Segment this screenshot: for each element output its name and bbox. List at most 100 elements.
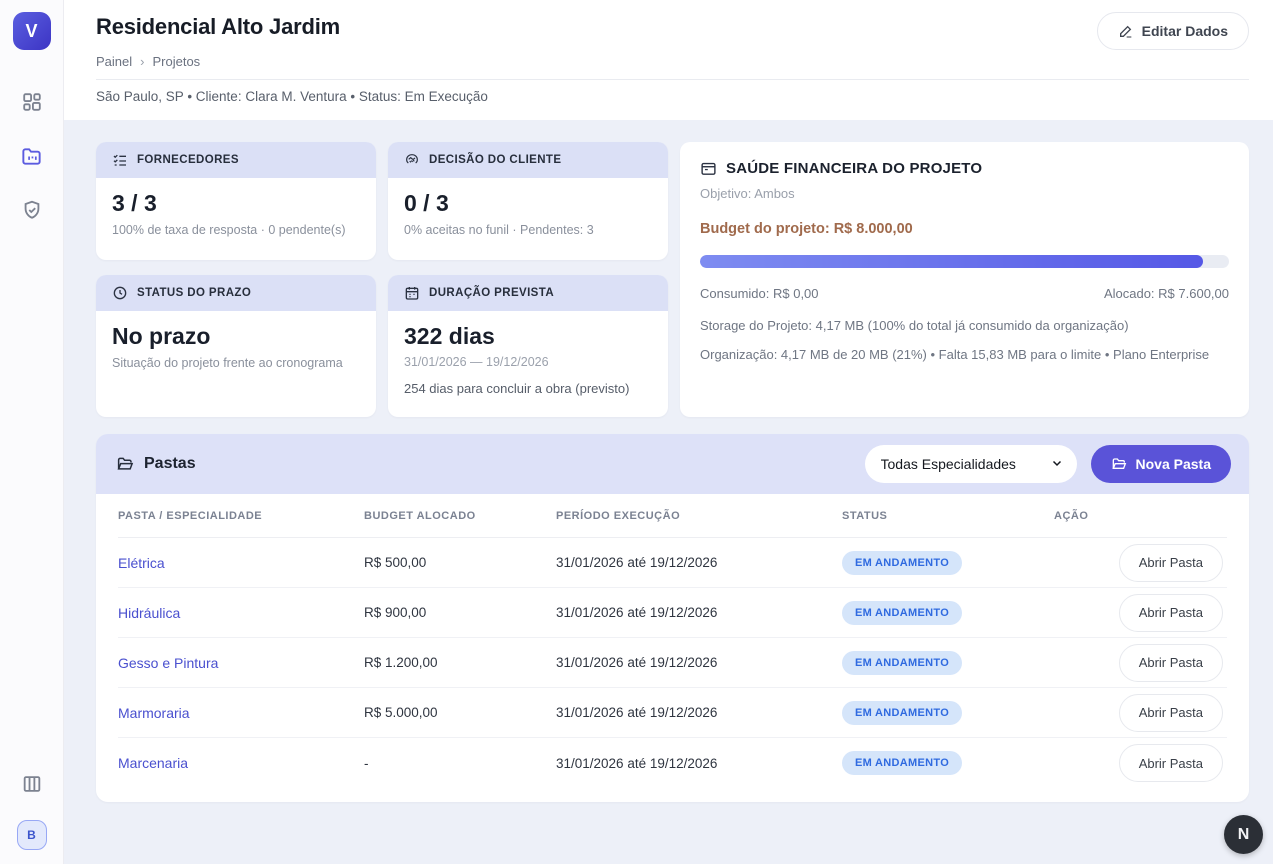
financial-consumed: Consumido: R$ 0,00	[700, 286, 819, 301]
folders-header: Pastas Todas Especialidades	[96, 434, 1249, 494]
card-fornecedores-header: FORNECEDORES	[96, 142, 376, 178]
col-budget: BUDGET ALOCADO	[364, 510, 556, 522]
project-meta: São Paulo, SP • Cliente: Clara M. Ventur…	[96, 89, 1249, 104]
user-avatar[interactable]: B	[17, 820, 47, 850]
fab-letter: N	[1238, 826, 1250, 844]
page-title: Residencial Alto Jardim	[96, 14, 1249, 40]
folder-link-hidraulica[interactable]: Hidráulica	[118, 605, 364, 621]
duracao-date-range: 31/01/2026 — 19/12/2026	[404, 355, 652, 369]
duracao-description: 254 dias para concluir a obra (previsto)	[404, 381, 652, 396]
card-duracao-prevista: DURAÇÃO PREVISTA 322 dias 31/01/2026 — 1…	[388, 275, 668, 417]
card-status-prazo-header: STATUS DO PRAZO	[96, 275, 376, 311]
card-decisao-title: DECISÃO DO CLIENTE	[429, 154, 561, 166]
open-folder-button[interactable]: Abrir Pasta	[1119, 544, 1223, 582]
calendar-icon	[404, 285, 420, 301]
table-header-row: PASTA / ESPECIALIDADE BUDGET ALOCADO PER…	[118, 494, 1227, 538]
new-folder-label: Nova Pasta	[1136, 456, 1211, 472]
row-budget: R$ 5.000,00	[364, 705, 556, 720]
status-badge: EM ANDAMENTO	[842, 651, 962, 675]
col-status: STATUS	[842, 510, 1054, 522]
breadcrumb-painel[interactable]: Painel	[96, 54, 132, 69]
top-grid: FORNECEDORES 3 / 3 100% de taxa de respo…	[96, 142, 1249, 417]
folder-open-icon	[116, 455, 134, 473]
breadcrumb-projetos[interactable]: Projetos	[152, 54, 200, 69]
folders-actions: Todas Especialidades	[865, 445, 1231, 483]
new-folder-button[interactable]: Nova Pasta	[1091, 445, 1231, 483]
row-budget: R$ 1.200,00	[364, 655, 556, 670]
financial-allocated: Alocado: R$ 7.600,00	[1104, 286, 1229, 301]
duracao-value: 322 dias	[404, 323, 652, 350]
main-area: Residencial Alto Jardim Painel › Projeto…	[64, 0, 1273, 864]
table-row: Marcenaria - 31/01/2026 até 19/12/2026 E…	[118, 738, 1227, 788]
status-prazo-value: No prazo	[112, 323, 360, 350]
col-periodo: PERÍODO EXECUÇÃO	[556, 510, 842, 522]
card-duracao-body: 322 dias 31/01/2026 — 19/12/2026 254 dia…	[388, 311, 668, 408]
handshake-icon	[404, 152, 420, 168]
app-root: V	[0, 0, 1273, 864]
card-status-prazo-body: No prazo Situação do projeto frente ao c…	[96, 311, 376, 382]
specialty-filter-select[interactable]: Todas Especialidades	[865, 445, 1077, 483]
table-row: Hidráulica R$ 900,00 31/01/2026 até 19/1…	[118, 588, 1227, 638]
row-budget: R$ 900,00	[364, 605, 556, 620]
table-row: Gesso e Pintura R$ 1.200,00 31/01/2026 a…	[118, 638, 1227, 688]
breadcrumb-separator-icon: ›	[140, 54, 144, 69]
fornecedores-value: 3 / 3	[112, 190, 360, 217]
budget-progress-track	[700, 255, 1229, 268]
columns-view-icon[interactable]	[20, 772, 44, 796]
financial-organization: Organização: 4,17 MB de 20 MB (21%) • Fa…	[700, 347, 1229, 362]
card-decisao-cliente: DECISÃO DO CLIENTE 0 / 3 0% aceitas no f…	[388, 142, 668, 260]
decisao-description: 0% aceitas no funil · Pendentes: 3	[404, 223, 652, 237]
fornecedores-description: 100% de taxa de resposta · 0 pendente(s)	[112, 223, 360, 237]
folders-title: Pastas	[144, 455, 196, 473]
folder-link-marmoraria[interactable]: Marmoraria	[118, 705, 364, 721]
row-budget: -	[364, 756, 556, 771]
folders-section: Pastas Todas Especialidades	[96, 434, 1249, 802]
open-folder-button[interactable]: Abrir Pasta	[1119, 744, 1223, 782]
status-badge: EM ANDAMENTO	[842, 701, 962, 725]
card-duracao-title: DURAÇÃO PREVISTA	[429, 287, 554, 299]
financial-objective: Objetivo: Ambos	[700, 186, 1229, 201]
financial-amounts-row: Consumido: R$ 0,00 Alocado: R$ 7.600,00	[700, 286, 1229, 301]
logo-letter: V	[25, 21, 37, 42]
status-prazo-description: Situação do projeto frente ao cronograma	[112, 356, 360, 370]
status-badge: EM ANDAMENTO	[842, 751, 962, 775]
checklist-icon	[112, 152, 128, 168]
page-header: Residencial Alto Jardim Painel › Projeto…	[64, 0, 1273, 120]
app-logo[interactable]: V	[13, 12, 51, 50]
pencil-icon	[1118, 23, 1134, 39]
budget-progress-fill	[700, 255, 1203, 268]
clock-icon	[112, 285, 128, 301]
table-row: Marmoraria R$ 5.000,00 31/01/2026 até 19…	[118, 688, 1227, 738]
row-period: 31/01/2026 até 19/12/2026	[556, 705, 842, 720]
folder-link-marcenaria[interactable]: Marcenaria	[118, 755, 364, 771]
card-status-prazo: STATUS DO PRAZO No prazo Situação do pro…	[96, 275, 376, 417]
col-acao: AÇÃO	[1054, 510, 1227, 522]
edit-data-button[interactable]: Editar Dados	[1097, 12, 1249, 50]
financial-budget-line: Budget do projeto: R$ 8.000,00	[700, 221, 1229, 237]
open-folder-button[interactable]: Abrir Pasta	[1119, 594, 1223, 632]
specialty-select-wrap: Todas Especialidades	[865, 445, 1077, 483]
row-period: 31/01/2026 até 19/12/2026	[556, 605, 842, 620]
folder-link-eletrica[interactable]: Elétrica	[118, 555, 364, 571]
open-folder-button[interactable]: Abrir Pasta	[1119, 694, 1223, 732]
card-decisao-body: 0 / 3 0% aceitas no funil · Pendentes: 3	[388, 178, 668, 249]
folders-table: PASTA / ESPECIALIDADE BUDGET ALOCADO PER…	[96, 494, 1249, 802]
folder-link-gesso-pintura[interactable]: Gesso e Pintura	[118, 655, 364, 671]
row-period: 31/01/2026 até 19/12/2026	[556, 756, 842, 771]
card-decisao-header: DECISÃO DO CLIENTE	[388, 142, 668, 178]
sidebar-bottom: B	[17, 772, 47, 850]
sidebar: V	[0, 0, 64, 864]
projects-folder-icon[interactable]	[20, 144, 44, 168]
open-folder-button[interactable]: Abrir Pasta	[1119, 644, 1223, 682]
decisao-value: 0 / 3	[404, 190, 652, 217]
table-row: Elétrica R$ 500,00 31/01/2026 até 19/12/…	[118, 538, 1227, 588]
financial-title-row: SAÚDE FINANCEIRA DO PROJETO	[700, 160, 1229, 177]
card-duracao-header: DURAÇÃO PREVISTA	[388, 275, 668, 311]
card-status-prazo-title: STATUS DO PRAZO	[137, 287, 251, 299]
shield-check-icon[interactable]	[20, 198, 44, 222]
dashboard-icon[interactable]	[20, 90, 44, 114]
breadcrumb: Painel › Projetos	[96, 54, 1249, 69]
floating-action-button[interactable]: N	[1224, 815, 1263, 854]
financial-storage: Storage do Projeto: 4,17 MB (100% do tot…	[700, 318, 1229, 333]
sidebar-nav	[20, 90, 44, 222]
